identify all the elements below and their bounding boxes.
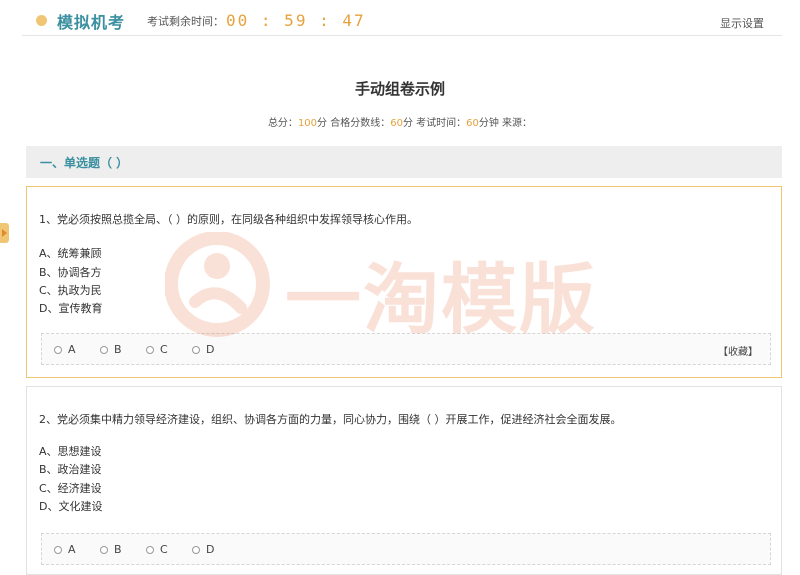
exam-title: 手动组卷示例 <box>354 80 445 98</box>
top-bar: 模拟机考 考试剩余时间： 00 : 59 : 47 显示设置 <box>22 6 782 36</box>
exam-time-value: 60 <box>466 118 479 129</box>
answer-label: D <box>206 343 215 356</box>
status-dot-icon <box>36 15 47 26</box>
current-question-marker-icon <box>0 223 9 243</box>
timer-label: 考试剩余时间： <box>147 14 225 28</box>
answer-radio-a[interactable]: A <box>54 343 76 356</box>
radio-circle-icon <box>54 345 62 354</box>
answer-radio-a[interactable]: A <box>54 543 76 556</box>
option-d: D、文化建设 <box>39 500 103 513</box>
section-header-single-choice: 一、单选题（ ） <box>26 146 782 178</box>
answer-radio-b[interactable]: B <box>100 543 122 556</box>
radio-circle-icon <box>100 345 108 354</box>
answer-box: A B C D 【收藏】 <box>41 333 771 365</box>
answer-radio-c[interactable]: C <box>146 343 168 356</box>
option-c: C、经济建设 <box>39 482 102 495</box>
option-a: A、统筹兼顾 <box>39 247 102 260</box>
radio-circle-icon <box>54 545 62 554</box>
exam-time-label: 分 考试时间： <box>402 118 467 129</box>
answer-label: C <box>160 543 168 556</box>
exam-page: 模拟机考 考试剩余时间： 00 : 59 : 47 显示设置 手动组卷示例 总分… <box>0 0 800 575</box>
answer-box: A B C D <box>41 533 771 565</box>
answer-radio-b[interactable]: B <box>100 343 122 356</box>
exam-meta: 总分：100分 合格分数线：60分 考试时间：60分钟 来源： <box>0 114 800 129</box>
answer-label: D <box>206 543 215 556</box>
answer-label: B <box>114 343 122 356</box>
option-b: B、协调各方 <box>39 266 102 279</box>
option-a: A、思想建设 <box>39 445 102 458</box>
option-c: C、执政为民 <box>39 284 102 297</box>
option-d: D、宣传教育 <box>39 302 103 315</box>
radio-circle-icon <box>146 345 154 354</box>
source-label: 分钟 来源： <box>478 118 533 129</box>
pass-score-label: 分 合格分数线： <box>317 118 391 129</box>
answer-label: B <box>114 543 122 556</box>
app-title: 模拟机考 <box>57 12 126 32</box>
question-card-2: 2、党必须集中精力领导经济建设，组织、协调各方面的力量，同心协力，围绕（ ）开展… <box>26 386 782 575</box>
question-text: 2、党必须集中精力领导经济建设，组织、协调各方面的力量，同心协力，围绕（ ）开展… <box>39 413 622 426</box>
collect-button[interactable]: 【收藏】 <box>718 343 758 358</box>
display-settings-link[interactable]: 显示设置 <box>720 15 764 31</box>
radio-circle-icon <box>192 545 200 554</box>
radio-circle-icon <box>146 545 154 554</box>
answer-label: A <box>68 343 76 356</box>
answer-label: C <box>160 343 168 356</box>
radio-circle-icon <box>100 545 108 554</box>
radio-circle-icon <box>192 345 200 354</box>
option-b: B、政治建设 <box>39 463 102 476</box>
question-card-1: 1、党必须按照总揽全局、（ ）的原则，在同级各种组织中发挥领导核心作用。 A、统… <box>26 186 782 378</box>
total-score-value: 100 <box>297 118 318 129</box>
total-score-label: 总分： <box>267 118 298 129</box>
answer-radio-d[interactable]: D <box>192 343 214 356</box>
answer-radio-c[interactable]: C <box>146 543 168 556</box>
pass-score-value: 60 <box>390 118 403 129</box>
question-text: 1、党必须按照总揽全局、（ ）的原则，在同级各种组织中发挥领导核心作用。 <box>39 213 418 226</box>
answer-radio-d[interactable]: D <box>192 543 214 556</box>
timer-value: 00 : 59 : 47 <box>226 11 366 30</box>
answer-label: A <box>68 543 76 556</box>
